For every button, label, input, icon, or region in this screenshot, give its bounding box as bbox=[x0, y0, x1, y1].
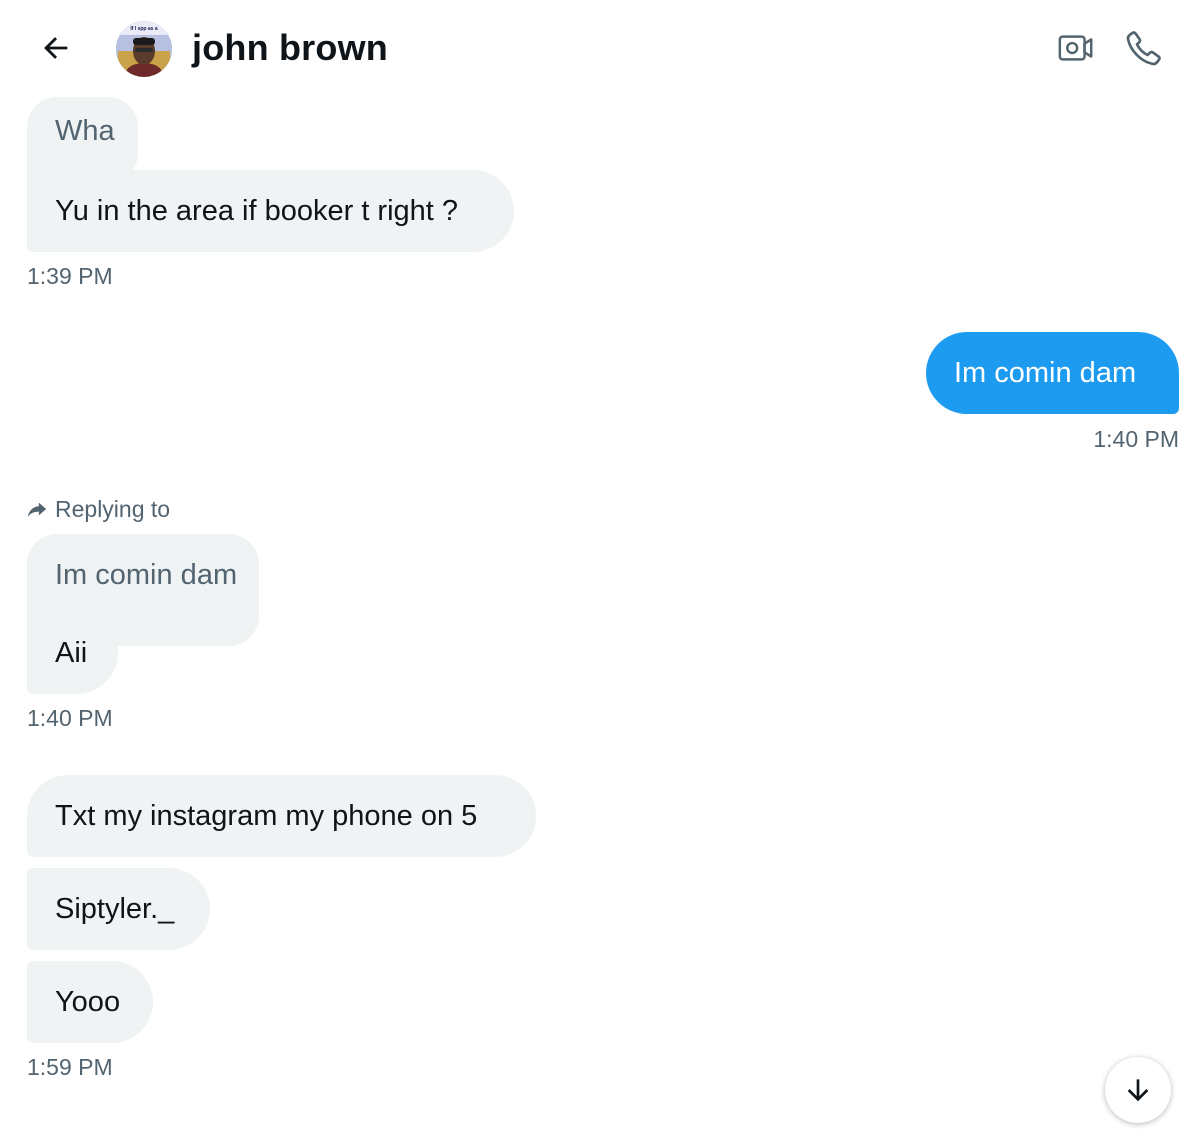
conversation-header: If I spp as a john brown bbox=[0, 0, 1200, 96]
sent-message-bubble[interactable]: Im comin dam bbox=[926, 332, 1179, 414]
arrow-left-icon bbox=[44, 37, 68, 59]
message-timestamp: 1:39 PM bbox=[27, 263, 113, 289]
message-bubble[interactable]: Txt my instagram my phone on 5 bbox=[27, 775, 536, 857]
message-text: Siptyler._ bbox=[55, 893, 175, 925]
contact-name[interactable]: john brown bbox=[192, 26, 388, 70]
video-camera-icon bbox=[1058, 35, 1093, 61]
avatar-image: If I spp as a bbox=[116, 21, 172, 77]
message-timestamp: 1:40 PM bbox=[1093, 426, 1179, 452]
voice-call-button[interactable] bbox=[1122, 26, 1166, 70]
arrow-down-icon bbox=[1127, 1079, 1149, 1102]
message-timestamp: 1:59 PM bbox=[27, 1054, 113, 1080]
message-bubble[interactable]: Yu in the area if booker t right ? bbox=[27, 170, 514, 252]
message-bubble[interactable]: Aii bbox=[27, 612, 118, 694]
avatar-caption: If I spp as a bbox=[130, 26, 157, 32]
scroll-to-bottom-button[interactable] bbox=[1105, 1057, 1171, 1123]
reply-arrow-icon bbox=[27, 502, 47, 517]
quoted-message-text: Wha bbox=[55, 115, 115, 147]
message-bubble[interactable]: Siptyler._ bbox=[27, 868, 210, 950]
message-bubble[interactable]: Yooo bbox=[27, 961, 153, 1043]
back-button[interactable] bbox=[30, 22, 82, 74]
replying-to-label: Replying to bbox=[26, 494, 170, 524]
avatar[interactable]: If I spp as a bbox=[116, 21, 172, 77]
phone-icon bbox=[1126, 31, 1161, 66]
message-text: Yooo bbox=[55, 986, 121, 1018]
message-timestamp: 1:40 PM bbox=[27, 705, 113, 731]
video-call-button[interactable] bbox=[1054, 26, 1098, 70]
message-text: Yu in the area if booker t right ? bbox=[55, 195, 459, 227]
message-text: Aii bbox=[55, 637, 88, 669]
replying-to-text: Replying to bbox=[55, 495, 171, 522]
message-text: Txt my instagram my phone on 5 bbox=[55, 800, 478, 832]
quoted-message-text: Im comin dam bbox=[55, 559, 238, 591]
message-text: Im comin dam bbox=[954, 357, 1137, 389]
